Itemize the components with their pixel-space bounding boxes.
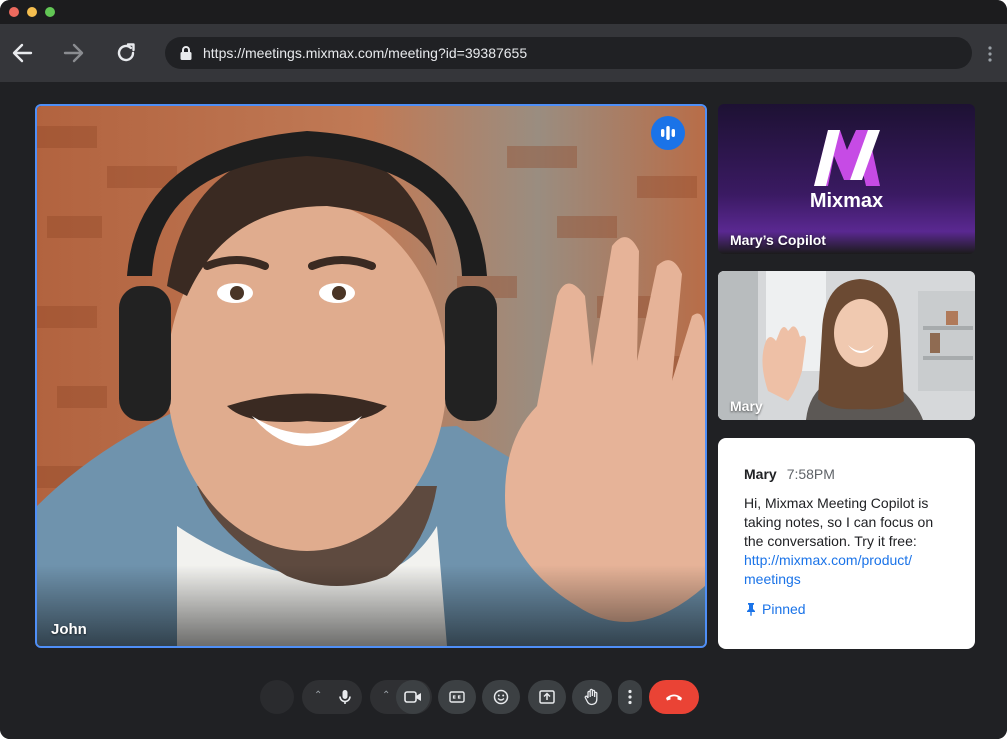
url-text: https://meetings.mixmax.com/meeting?id=3… (203, 45, 528, 61)
chevron-up-icon[interactable]: ⌃ (314, 690, 322, 701)
chevron-up-icon[interactable]: ⌃ (382, 690, 390, 701)
present-button[interactable] (528, 680, 566, 714)
copilot-tile[interactable]: Mixmax Mary’s Copilot (718, 104, 975, 254)
back-arrow-icon[interactable] (8, 39, 36, 67)
chat-sender: Mary (744, 466, 777, 482)
address-bar[interactable]: https://meetings.mixmax.com/meeting?id=3… (165, 37, 972, 69)
browser-toolbar: https://meetings.mixmax.com/meeting?id=3… (0, 24, 1007, 82)
chat-message-link[interactable]: http://mixmax.com/product/ meetings (744, 551, 949, 589)
chat-link-line2: meetings (744, 571, 801, 587)
participant-name-copilot: Mary’s Copilot (730, 232, 826, 248)
chat-message-text: Hi, Mixmax Meeting Copilot is taking not… (744, 495, 934, 549)
browser-window: https://meetings.mixmax.com/meeting?id=3… (0, 0, 1007, 739)
mary-video-tile[interactable]: Mary (718, 271, 975, 420)
mic-icon (339, 690, 351, 704)
participant-name-john: John (51, 621, 87, 638)
closed-caption-icon (449, 691, 465, 703)
pin-icon (747, 603, 755, 616)
meeting-stage: John Mixmax Mary’s Copilot Mary Mary 7:5… (0, 82, 1007, 739)
participant-name-mary: Mary (730, 398, 763, 414)
call-controls-bar: ⌃ ⌃ (0, 680, 1007, 716)
chat-timestamp: 7:58PM (786, 466, 835, 482)
mixmax-logo-icon (814, 130, 880, 186)
more-vert-icon (628, 689, 632, 705)
maximize-window-button[interactable] (45, 7, 55, 17)
pinned-indicator[interactable]: Pinned (744, 601, 949, 617)
camera-button[interactable]: ⌃ (370, 680, 432, 714)
call-end-icon (666, 694, 682, 701)
lock-icon (180, 46, 192, 60)
forward-arrow-icon[interactable] (60, 39, 88, 67)
captions-button[interactable] (438, 680, 476, 714)
close-window-button[interactable] (9, 7, 19, 17)
mixmax-brand-text: Mixmax (809, 190, 884, 212)
reactions-button[interactable] (482, 680, 520, 714)
john-video-feed (37, 106, 705, 646)
camera-toggle[interactable] (396, 680, 430, 714)
audio-level-icon (651, 116, 685, 150)
chat-message-card: Mary 7:58PM Hi, Mixmax Meeting Copilot i… (718, 438, 975, 649)
present-screen-icon (539, 690, 555, 704)
videocam-icon (404, 691, 421, 703)
title-bar (0, 0, 1007, 24)
emoji-icon (493, 689, 509, 705)
minimize-window-button[interactable] (27, 7, 37, 17)
main-video-tile[interactable]: John (35, 104, 707, 648)
leave-call-button[interactable] (649, 680, 699, 714)
raise-hand-button[interactable] (572, 680, 612, 714)
pinned-label: Pinned (762, 601, 806, 617)
more-options-button[interactable] (618, 680, 642, 714)
self-avatar-button[interactable] (260, 680, 294, 714)
hand-icon (584, 688, 598, 706)
mic-button[interactable]: ⌃ (302, 680, 362, 714)
more-vert-icon[interactable] (984, 44, 996, 64)
chat-link-line1: http://mixmax.com/product/ (744, 552, 913, 568)
reload-icon[interactable] (112, 39, 140, 67)
